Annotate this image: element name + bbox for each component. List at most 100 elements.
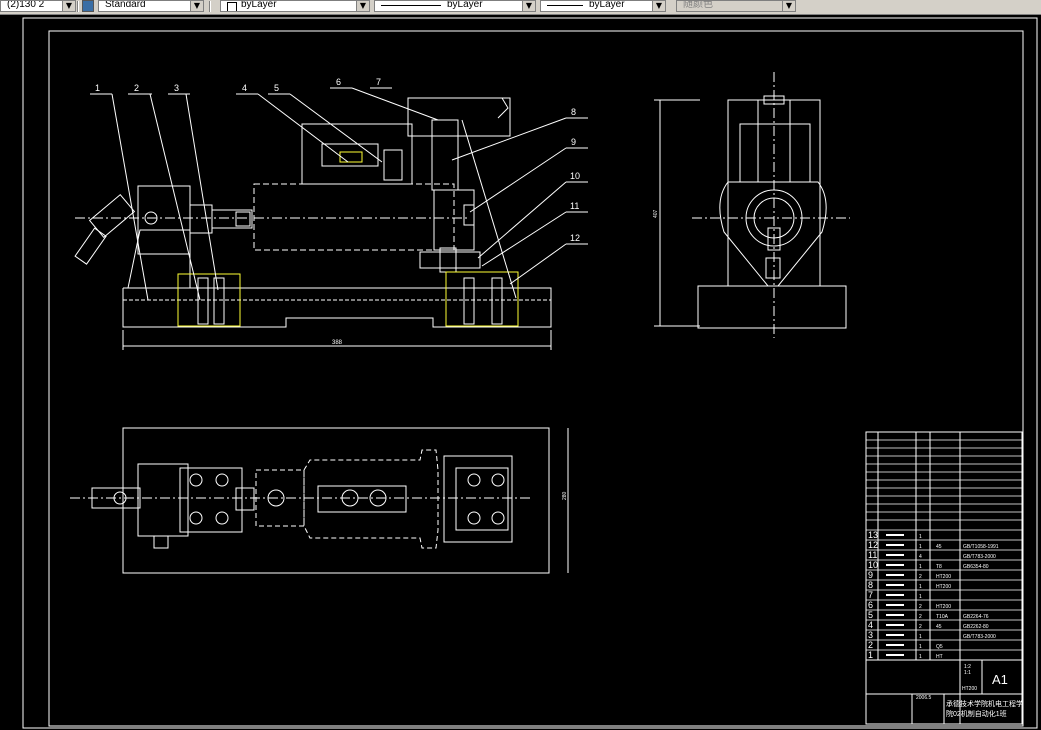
material-label: HT200	[962, 686, 977, 692]
weight-label: 1:2	[964, 664, 971, 670]
linetype-combo[interactable]: byLayer ▼	[374, 0, 536, 12]
bom-cell-std: GB/T783-2000	[963, 634, 996, 640]
side-view: 407	[653, 72, 850, 338]
part-number-6: 6	[336, 77, 341, 87]
bom-cell-qty: 1	[919, 654, 922, 660]
bom-cell-no: 5	[868, 610, 873, 620]
text-style-icon[interactable]	[82, 0, 94, 12]
part-number-4: 4	[242, 83, 247, 93]
part-number-8: 8	[571, 107, 576, 117]
bom-cell-mat: T10A	[936, 614, 949, 620]
bom-cell-no: 6	[868, 600, 873, 610]
chevron-down-icon[interactable]: ▼	[522, 1, 535, 11]
part-number-11: 11	[570, 201, 579, 211]
bom-name-bar	[886, 574, 904, 576]
bom-cell-no: 7	[868, 590, 873, 600]
bom-name-bar	[886, 594, 904, 596]
bom-cell-qty: 2	[919, 624, 922, 630]
bom-cell-mat: T8	[936, 564, 942, 570]
bom-cell-std: GB/T1058-1991	[963, 544, 999, 550]
linetype-preview	[381, 5, 441, 6]
sheet-inner-border	[48, 30, 1024, 727]
part-number-5: 5	[274, 83, 279, 93]
bom-cell-no: 13	[868, 530, 878, 540]
part-number-7: 7	[376, 77, 381, 87]
bom-cell-mat: HT200	[936, 604, 951, 610]
dim-length-label: 388	[332, 340, 343, 346]
bom-cell-mat: HT	[936, 654, 943, 660]
school-line-1: 承德技术学院机电工程学	[946, 699, 1023, 708]
top-view: 280	[70, 427, 569, 574]
chevron-down-icon[interactable]: ▼	[356, 1, 369, 11]
drawing-number-label: 2006.5	[916, 695, 932, 701]
color-combo[interactable]: 随颜色 ▼	[676, 0, 796, 12]
bom-cell-qty: 4	[919, 554, 922, 560]
part-leaders	[90, 87, 588, 301]
bom-name-bar	[886, 604, 904, 606]
bom-name-bar	[886, 654, 904, 656]
bom-name-bar	[886, 554, 904, 556]
bom-name-bar	[886, 544, 904, 546]
bom-cell-std: GB6354-80	[963, 564, 989, 570]
sheet-size-label: A1	[992, 672, 1008, 687]
part-number-2: 2	[134, 83, 139, 93]
bom-cell-mat: HT200	[936, 584, 951, 590]
bom-name-bar	[886, 564, 904, 566]
bom-cell-no: 9	[868, 570, 873, 580]
bom-cell-no: 10	[868, 560, 878, 570]
bom-cell-std: GB2264-76	[963, 614, 989, 620]
bom-cell-qty: 1	[919, 634, 922, 640]
bom-name-bar	[886, 614, 904, 616]
bom-name-bar	[886, 644, 904, 646]
part-number-10: 10	[570, 171, 580, 181]
part-number-3: 3	[174, 83, 179, 93]
part-number-12: 12	[570, 233, 580, 243]
bom-cell-qty: 2	[919, 574, 922, 580]
bom-cell-std: GB/T783-2000	[963, 554, 996, 560]
scale-combo[interactable]: (2)130 2 ▼	[0, 0, 76, 12]
bom-name-bar	[886, 634, 904, 636]
bom-cell-qty: 2	[919, 614, 922, 620]
bom-cell-qty: 1	[919, 544, 922, 550]
text-style-combo[interactable]: Standard ▼	[98, 0, 204, 12]
chevron-down-icon[interactable]: ▼	[782, 1, 795, 11]
bom-cell-no: 1	[868, 650, 873, 660]
drawing-canvas[interactable]: 388 1 2 3 4 5 6 7 8 9 10 11 12 407 280 A…	[0, 14, 1041, 730]
chevron-down-icon[interactable]: ▼	[62, 1, 75, 11]
bom-name-bar	[886, 584, 904, 586]
chevron-down-icon[interactable]: ▼	[190, 1, 203, 11]
bom-cell-qty: 2	[919, 604, 922, 610]
bom-cell-no: 8	[868, 580, 873, 590]
bom-cell-mat: Q5	[936, 644, 943, 650]
bom-cell-no: 11	[868, 550, 877, 560]
dim-height-side-label: 407	[653, 209, 659, 218]
title-block: A1 1:1 HT200 1:2 承德技术学院机电工程学 院02机制自动化1班 …	[865, 431, 1023, 725]
layer-color-swatch	[227, 2, 237, 11]
school-line-2: 院02机制自动化1班	[946, 709, 1007, 718]
bom-cell-mat: 45	[936, 624, 942, 630]
bom-cell-qty: 1	[919, 644, 922, 650]
bom-cell-mat: 45	[936, 544, 942, 550]
layer-combo[interactable]: byLayer ▼	[220, 0, 370, 12]
sheet-outer-border	[22, 17, 1038, 729]
bom-name-bar	[886, 534, 904, 536]
scale-label: 1:1	[964, 670, 971, 676]
bom-cell-qty: 1	[919, 534, 922, 540]
dim-height-top-label: 280	[562, 491, 568, 500]
lineweight-preview	[547, 5, 583, 6]
part-number-1: 1	[95, 83, 100, 93]
chevron-down-icon[interactable]: ▼	[652, 1, 665, 11]
bom-cell-no: 2	[868, 640, 873, 650]
bom-cell-no: 3	[868, 630, 873, 640]
toolbar: (2)130 2 ▼ Standard ▼ byLayer ▼ byLayer …	[0, 0, 1041, 15]
bom-name-bar	[886, 624, 904, 626]
part-number-9: 9	[571, 137, 576, 147]
bom-cell-qty: 1	[919, 584, 922, 590]
bom-cell-qty: 1	[919, 564, 922, 570]
bom-cell-std: GB2262-80	[963, 624, 989, 630]
bom-cell-qty: 1	[919, 594, 922, 600]
bom-cell-no: 12	[868, 540, 878, 550]
bom-cell-no: 4	[868, 620, 873, 630]
lineweight-combo[interactable]: byLayer ▼	[540, 0, 666, 12]
bom-cell-mat: HT200	[936, 574, 951, 580]
